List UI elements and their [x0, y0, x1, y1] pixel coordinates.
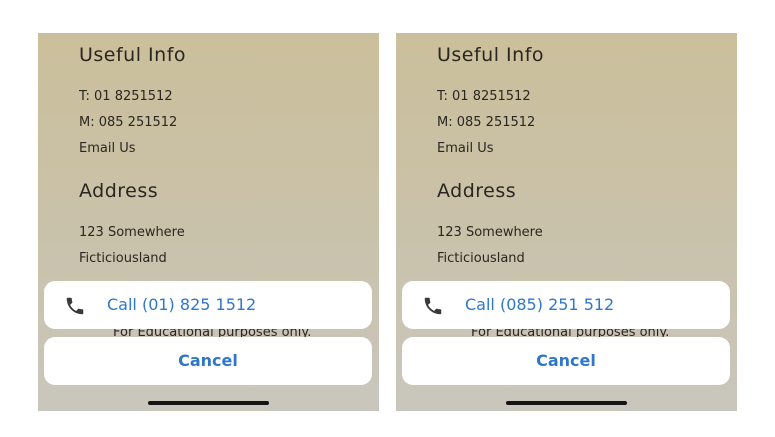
home-indicator [148, 401, 269, 405]
email-us-link[interactable]: Email Us [79, 141, 136, 156]
email-us-link[interactable]: Email Us [437, 141, 494, 156]
address-line-2: Ficticiousland [79, 251, 167, 266]
call-action-button[interactable]: Call (01) 825 1512 [44, 281, 372, 329]
phone-screen-right: Useful Info T: 01 8251512 M: 085 251512 … [396, 33, 737, 411]
phone-icon [424, 297, 442, 315]
cancel-button[interactable]: Cancel [402, 337, 730, 385]
cancel-label: Cancel [536, 351, 596, 370]
telephone-link[interactable]: T: 01 8251512 [437, 89, 531, 104]
address-line-1: 123 Somewhere [437, 225, 543, 240]
address-line-1: 123 Somewhere [79, 225, 185, 240]
phone-icon [66, 297, 84, 315]
useful-info-heading: Useful Info [437, 44, 545, 66]
address-heading: Address [79, 180, 159, 202]
call-action-button[interactable]: Call (085) 251 512 [402, 281, 730, 329]
cancel-label: Cancel [178, 351, 238, 370]
call-action-label: Call (085) 251 512 [465, 295, 615, 314]
address-heading: Address [437, 180, 517, 202]
telephone-link[interactable]: T: 01 8251512 [79, 89, 173, 104]
address-line-2: Ficticiousland [437, 251, 525, 266]
call-action-label: Call (01) 825 1512 [107, 295, 257, 314]
mobile-link[interactable]: M: 085 251512 [79, 115, 177, 130]
phone-screen-left: Useful Info T: 01 8251512 M: 085 251512 … [38, 33, 379, 411]
home-indicator [506, 401, 627, 405]
useful-info-heading: Useful Info [79, 44, 187, 66]
mobile-link[interactable]: M: 085 251512 [437, 115, 535, 130]
cancel-button[interactable]: Cancel [44, 337, 372, 385]
